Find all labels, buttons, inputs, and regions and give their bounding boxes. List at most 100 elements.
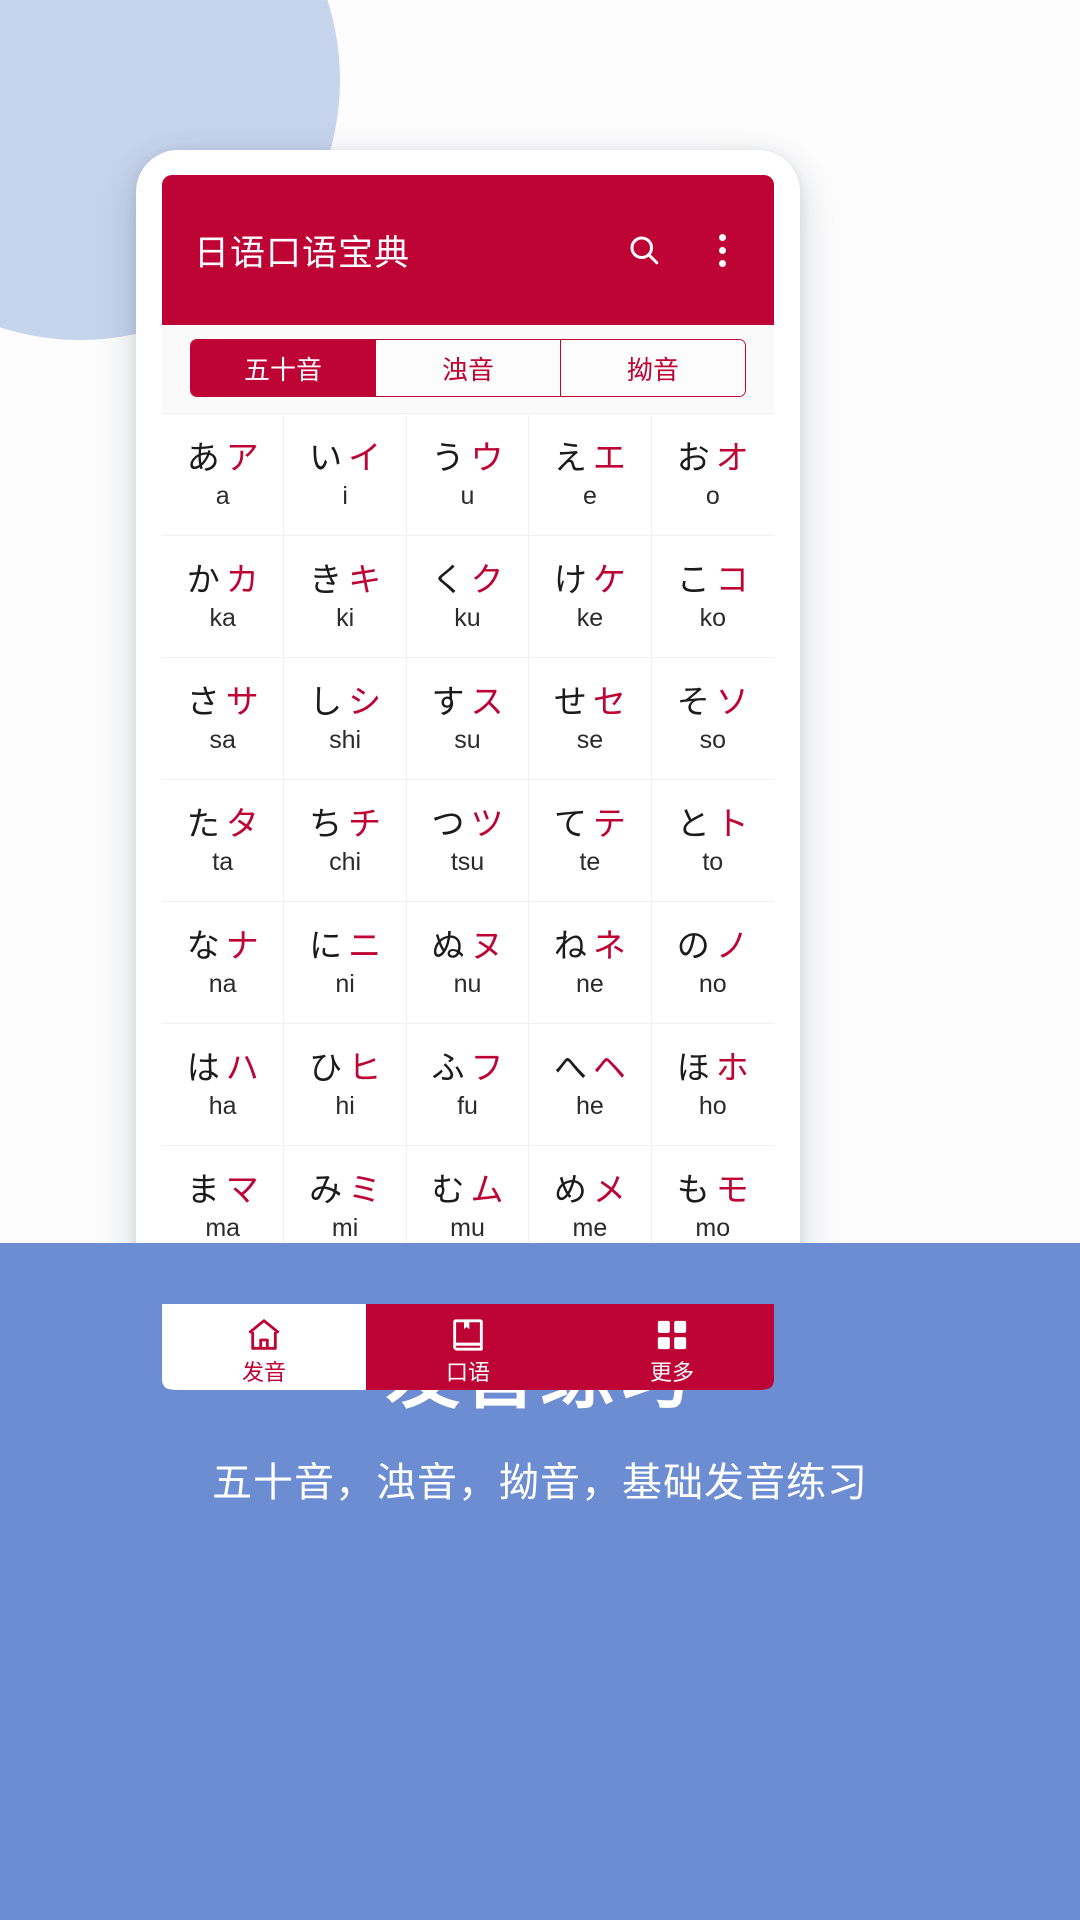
romaji-label: na	[208, 969, 237, 998]
hiragana-char: な	[186, 926, 220, 964]
kana-cell[interactable]: へヘ he	[529, 1024, 652, 1146]
hiragana-char: あ	[186, 438, 220, 476]
katakana-char: ヒ	[348, 1048, 382, 1086]
kana-characters: ぬヌ	[431, 929, 503, 962]
kana-characters: くク	[431, 563, 503, 596]
kana-cell[interactable]: そソ so	[651, 658, 774, 780]
kana-cell[interactable]: さサ sa	[162, 658, 285, 780]
more-vertical-icon[interactable]	[700, 228, 744, 272]
romaji-label: ho	[698, 1091, 727, 1120]
kana-characters: ひヒ	[309, 1051, 381, 1084]
kana-cell[interactable]: たタ ta	[162, 780, 285, 902]
katakana-char: モ	[715, 1170, 749, 1208]
tab-dakuon[interactable]: 浊音	[376, 340, 561, 396]
romaji-label: ne	[575, 969, 604, 998]
grid-icon	[649, 1312, 695, 1358]
phone-screen: 日语口语宝典 五十音 浊音 拗音 あ ア a い イ i う ウ u え エ e…	[162, 175, 774, 1390]
romaji-label: ke	[576, 603, 604, 632]
kana-cell[interactable]: ちチ chi	[284, 780, 407, 902]
kana-cell[interactable]: きキ ki	[284, 536, 407, 658]
kana-cell[interactable]: つツ tsu	[406, 780, 530, 902]
romaji-label: se	[576, 725, 604, 754]
segmented-control: 五十音 浊音 拗音	[190, 339, 746, 397]
kana-cell[interactable]: すス su	[406, 658, 530, 780]
kana-cell[interactable]: いイi	[284, 414, 407, 536]
romaji-label: sa	[209, 725, 236, 754]
katakana-char: ノ	[715, 926, 749, 964]
hiragana-char: は	[186, 1048, 220, 1086]
hiragana-char: む	[431, 1170, 465, 1208]
katakana-char: マ	[225, 1170, 259, 1208]
kana-cell[interactable]: くク ku	[406, 536, 530, 658]
hiragana-char: せ	[553, 682, 587, 720]
kana-characters: すス	[431, 685, 503, 718]
phone-mockup: 日语口语宝典 五十音 浊音 拗音 あ ア a い イ i う ウ u え エ e…	[136, 150, 800, 1390]
romaji-label: o	[705, 481, 720, 510]
hiragana-char: え	[553, 438, 587, 476]
nav-item-spoken[interactable]: 口语	[366, 1304, 570, 1390]
kana-cell[interactable]: とト to	[651, 780, 774, 902]
kana-characters: しシ	[309, 685, 381, 718]
romaji-label: ku	[454, 603, 481, 632]
kana-cell[interactable]: のノ no	[651, 902, 774, 1024]
kana-cell[interactable]: こコ ko	[651, 536, 774, 658]
kana-cell[interactable]: しシ shi	[284, 658, 407, 780]
kana-cell[interactable]: えエe	[529, 414, 652, 536]
kana-characters: てテ	[554, 807, 626, 840]
kana-cell[interactable]: おオ o	[651, 414, 774, 536]
romaji-label: u	[460, 481, 475, 510]
hiragana-char: さ	[186, 682, 220, 720]
kana-cell[interactable]: あア a	[162, 414, 285, 536]
romaji-label: ma	[205, 1213, 241, 1242]
kana-characters: たタ	[187, 807, 259, 840]
romaji-label: ha	[208, 1091, 237, 1120]
kana-cell[interactable]: にニ ni	[284, 902, 407, 1024]
kana-cell[interactable]: てテ te	[529, 780, 652, 902]
katakana-char: キ	[348, 560, 382, 598]
tab-bar: 五十音 浊音 拗音	[162, 325, 774, 414]
kana-characters: せセ	[554, 685, 626, 718]
kana-cell[interactable]: けケ ke	[529, 536, 652, 658]
tab-yoon[interactable]: 拗音	[561, 340, 745, 396]
kana-characters: あア	[187, 441, 259, 474]
kana-characters: えエ	[554, 441, 626, 474]
romaji-label: i	[342, 481, 348, 510]
banner-subtitle: 五十音，浊音，拗音，基础发音练习	[212, 1461, 868, 1505]
kana-characters: きキ	[309, 563, 381, 596]
nav-item-pronunciation[interactable]: 发音	[162, 1304, 366, 1390]
screenshot-root: 日语口语宝典 五十音 浊音 拗音 あ ア a い イ i う ウ u え エ e…	[0, 0, 1080, 1920]
katakana-char: カ	[225, 560, 259, 598]
kana-cell[interactable]: うウ u	[406, 414, 530, 536]
hiragana-char: め	[553, 1170, 587, 1208]
kana-cell[interactable]: ねネ ne	[529, 902, 652, 1024]
kana-characters: うウ	[431, 441, 503, 474]
kana-characters: ふフ	[431, 1051, 503, 1084]
katakana-char: サ	[225, 682, 259, 720]
katakana-char: ト	[715, 804, 749, 842]
katakana-char: メ	[592, 1170, 626, 1208]
kana-characters: へヘ	[554, 1051, 626, 1084]
kana-cell[interactable]: ほホ ho	[651, 1024, 774, 1146]
nav-item-more[interactable]: 更多	[570, 1304, 774, 1390]
search-icon[interactable]	[622, 228, 666, 272]
kana-cell[interactable]: ぬヌ nu	[406, 902, 530, 1024]
kana-characters: おオ	[677, 441, 749, 474]
romaji-label: ta	[212, 847, 234, 876]
kana-cell[interactable]: なナ na	[162, 902, 285, 1024]
romaji-label: a	[215, 481, 230, 510]
kana-cell[interactable]: かカ ka	[162, 536, 285, 658]
bottom-navigation: 发音 口语 更多	[162, 1304, 774, 1390]
katakana-char: ク	[470, 560, 504, 598]
hiragana-char: す	[431, 682, 465, 720]
hiragana-char: け	[553, 560, 587, 598]
tab-gojuon[interactable]: 五十音	[191, 340, 376, 396]
hiragana-char: そ	[676, 682, 710, 720]
book-icon	[445, 1312, 491, 1358]
kana-cell[interactable]: せセ se	[529, 658, 652, 780]
romaji-label: no	[698, 969, 727, 998]
kana-cell[interactable]: はハ ha	[162, 1024, 285, 1146]
kana-cell[interactable]: ふフ fu	[406, 1024, 530, 1146]
kana-cell[interactable]: ひヒ hi	[284, 1024, 407, 1146]
kana-characters: にニ	[309, 929, 381, 962]
app-bar: 日语口语宝典	[162, 175, 774, 325]
